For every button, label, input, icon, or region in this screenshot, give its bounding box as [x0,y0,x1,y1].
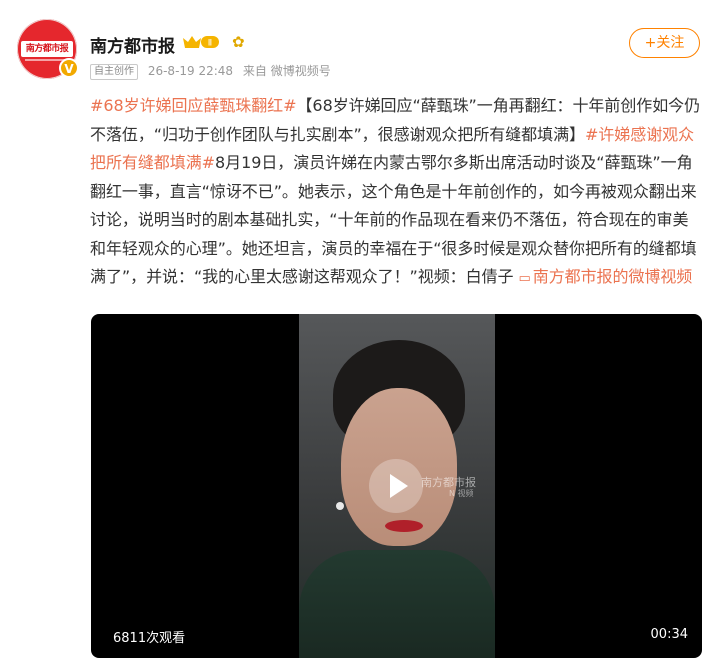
from-label: 来自 [242,64,267,78]
account-name[interactable]: 南方都市报 [90,32,175,57]
vip-level: Ⅱ [208,39,212,49]
hashtag-link[interactable]: #68岁许娣回应薛甄珠翻红# [90,96,297,115]
original-tag: 自主创作 [90,64,138,80]
video-earring [336,502,344,510]
verified-badge-icon: V [59,58,79,78]
view-count: 6811次观看 [113,631,186,646]
video-player[interactable]: 南方都市报 N 视频 6811次观看 00:34 [91,314,702,658]
video-duration: 00:34 [650,627,688,642]
sunflower-icon: ✿ [232,33,245,51]
avatar-logo-text: 南方都市报 [21,41,73,57]
video-link-icon[interactable]: ▭ [519,271,531,286]
video-lips [385,520,423,532]
post-time[interactable]: 26-8-19 22:48 [148,64,233,78]
play-icon[interactable] [369,459,423,513]
follow-button[interactable]: +关注 [629,28,700,58]
video-watermark-sub: N 视频 [449,489,474,498]
video-link[interactable]: 南方都市报的微博视频 [533,267,693,286]
post-text: #68岁许娣回应薛甄珠翻红#【68岁许娣回应“薛甄珠”一角再翻红：十年前创作如今… [90,92,702,294]
post-meta: 自主创作 26-8-19 22:48 来自 微博视频号 [90,62,331,80]
video-body [299,550,495,658]
vip-crown-icon[interactable]: Ⅱ [181,34,221,50]
post-source: 微博视频号 [270,64,331,78]
